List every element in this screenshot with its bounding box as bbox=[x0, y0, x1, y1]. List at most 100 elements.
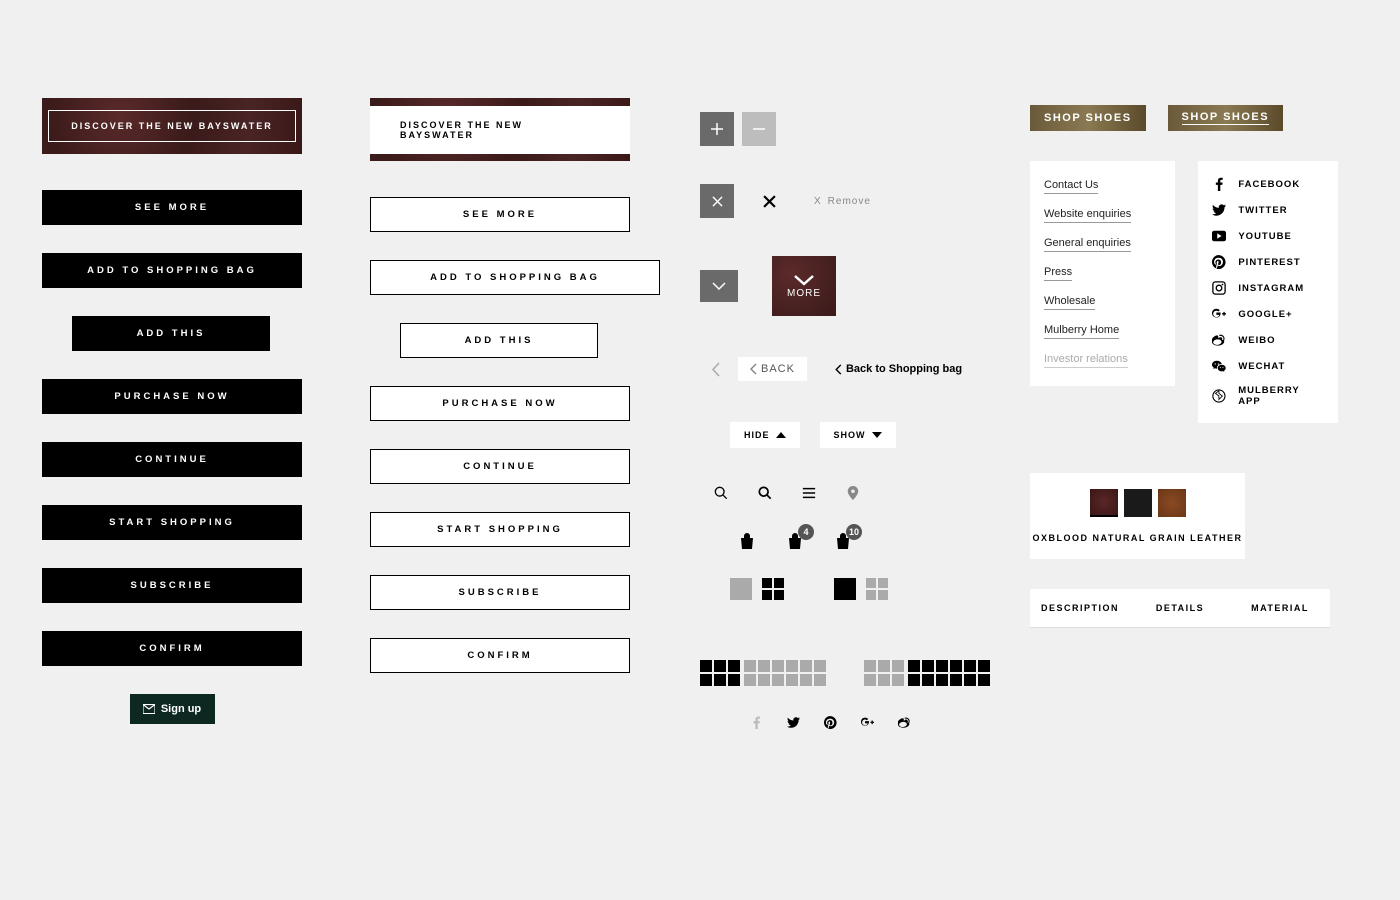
shopping-bag-icon[interactable] bbox=[738, 532, 756, 550]
color-grid-a[interactable] bbox=[700, 660, 740, 686]
start-shopping-button-outline[interactable]: START SHOPPING bbox=[370, 512, 630, 547]
show-toggle[interactable]: SHOW bbox=[820, 422, 896, 448]
close-icon bbox=[712, 196, 723, 207]
subscribe-button[interactable]: SUBSCRIBE bbox=[42, 568, 302, 603]
increment-button[interactable] bbox=[700, 112, 734, 146]
googleplus-icon[interactable] bbox=[861, 716, 874, 729]
footer-link-mulberry-home[interactable]: Mulberry Home bbox=[1044, 324, 1119, 339]
footer-link-press[interactable]: Press bbox=[1044, 266, 1072, 281]
weibo-icon bbox=[1212, 333, 1226, 347]
see-more-button[interactable]: SEE MORE bbox=[42, 190, 302, 225]
shopping-bag-icon-count[interactable]: 4 bbox=[786, 532, 804, 550]
weibo-icon[interactable] bbox=[898, 716, 911, 729]
hero-button-dark[interactable]: DISCOVER THE NEW BAYSWATER bbox=[42, 98, 302, 154]
social-wechat[interactable]: WECHAT bbox=[1212, 353, 1324, 379]
footer-link-contact[interactable]: Contact Us bbox=[1044, 179, 1098, 194]
tab-material[interactable]: MATERIAL bbox=[1230, 589, 1330, 627]
twitter-icon[interactable] bbox=[787, 716, 800, 729]
app-icon bbox=[1212, 389, 1226, 403]
search-icon-small[interactable] bbox=[714, 486, 728, 500]
color-grid-b[interactable] bbox=[744, 660, 826, 686]
color-grid-b2[interactable] bbox=[908, 660, 990, 686]
shop-shoes-banner[interactable]: SHOP SHOES bbox=[1030, 105, 1146, 131]
chevron-down-icon bbox=[712, 282, 726, 290]
decrement-button[interactable] bbox=[742, 112, 776, 146]
swatch-oak[interactable] bbox=[1158, 489, 1186, 517]
tab-details[interactable]: DETAILS bbox=[1130, 589, 1230, 627]
twitter-icon bbox=[1212, 203, 1226, 217]
hero-button-label: DISCOVER THE NEW BAYSWATER bbox=[370, 106, 630, 154]
chevron-down-icon bbox=[793, 274, 815, 286]
continue-button[interactable]: CONTINUE bbox=[42, 442, 302, 477]
search-icon-large[interactable] bbox=[758, 486, 772, 500]
social-twitter[interactable]: TWITTER bbox=[1212, 197, 1324, 223]
location-pin-icon[interactable] bbox=[846, 486, 860, 500]
pinterest-icon[interactable] bbox=[824, 716, 837, 729]
back-button[interactable]: BACK bbox=[738, 357, 807, 381]
minus-icon bbox=[753, 123, 765, 135]
social-pinterest[interactable]: PINTEREST bbox=[1212, 249, 1324, 275]
add-to-bag-button[interactable]: ADD TO SHOPPING BAG bbox=[42, 253, 302, 288]
social-app[interactable]: MULBERRY APP bbox=[1212, 379, 1324, 413]
menu-icon[interactable] bbox=[802, 486, 816, 500]
confirm-button-outline[interactable]: CONFIRM bbox=[370, 638, 630, 673]
swatch-label: OXBLOOD NATURAL GRAIN LEATHER bbox=[1030, 533, 1245, 543]
social-weibo[interactable]: WEIBO bbox=[1212, 327, 1324, 353]
see-more-button-outline[interactable]: SEE MORE bbox=[370, 197, 630, 232]
signup-button[interactable]: Sign up bbox=[130, 694, 215, 724]
back-arrow-button[interactable] bbox=[700, 354, 730, 384]
grid-view-single[interactable] bbox=[730, 578, 752, 600]
back-to-bag-link[interactable]: Back to Shopping bag bbox=[835, 363, 962, 375]
confirm-button[interactable]: CONFIRM bbox=[42, 631, 302, 666]
footer-links-panel: Contact Us Website enquiries General enq… bbox=[1030, 161, 1175, 386]
facebook-icon[interactable] bbox=[750, 716, 763, 729]
footer-link-website-enq[interactable]: Website enquiries bbox=[1044, 208, 1131, 223]
pinterest-icon bbox=[1212, 255, 1226, 269]
continue-button-outline[interactable]: CONTINUE bbox=[370, 449, 630, 484]
footer-link-general-enq[interactable]: General enquiries bbox=[1044, 237, 1131, 252]
start-shopping-button[interactable]: START SHOPPING bbox=[42, 505, 302, 540]
swatch-black[interactable] bbox=[1124, 489, 1152, 517]
purchase-now-button-outline[interactable]: PURCHASE NOW bbox=[370, 386, 630, 421]
caret-up-icon bbox=[776, 432, 786, 438]
swatch-oxblood[interactable] bbox=[1090, 489, 1118, 517]
plus-icon bbox=[711, 123, 723, 135]
social-facebook[interactable]: FACEBOOK bbox=[1212, 171, 1324, 197]
color-grid-a2[interactable] bbox=[864, 660, 904, 686]
swatch-selector: OXBLOOD NATURAL GRAIN LEATHER bbox=[1030, 473, 1245, 559]
footer-link-wholesale[interactable]: Wholesale bbox=[1044, 295, 1095, 310]
more-tile-button[interactable]: MORE bbox=[772, 256, 836, 316]
chevron-left-icon bbox=[835, 364, 842, 375]
shop-shoes-banner-hover[interactable]: SHOP SHOES bbox=[1168, 105, 1284, 131]
grid-view-four-inactive[interactable] bbox=[866, 578, 888, 600]
social-panel: FACEBOOK TWITTER YOUTUBE PINTEREST INSTA… bbox=[1198, 161, 1338, 423]
expand-button[interactable] bbox=[700, 270, 738, 302]
social-youtube[interactable]: YOUTUBE bbox=[1212, 223, 1324, 249]
close-icon bbox=[763, 195, 776, 208]
social-googleplus[interactable]: GOOGLE+ bbox=[1212, 301, 1324, 327]
grid-view-single-active[interactable] bbox=[834, 578, 856, 600]
social-instagram[interactable]: INSTAGRAM bbox=[1212, 275, 1324, 301]
shopping-bag-icon-count[interactable]: 10 bbox=[834, 532, 852, 550]
youtube-icon bbox=[1212, 229, 1226, 243]
chevron-left-icon bbox=[711, 362, 720, 377]
chevron-left-icon bbox=[750, 363, 757, 375]
grid-view-four[interactable] bbox=[762, 578, 784, 600]
caret-down-icon bbox=[872, 432, 882, 438]
facebook-icon bbox=[1212, 177, 1226, 191]
hide-toggle[interactable]: HIDE bbox=[730, 422, 800, 448]
footer-link-investor[interactable]: Investor relations bbox=[1044, 353, 1128, 368]
hero-button-light[interactable]: DISCOVER THE NEW BAYSWATER bbox=[370, 98, 630, 161]
purchase-now-button[interactable]: PURCHASE NOW bbox=[42, 379, 302, 414]
envelope-icon bbox=[143, 704, 155, 714]
hero-button-label: DISCOVER THE NEW BAYSWATER bbox=[48, 110, 296, 142]
add-this-button-outline[interactable]: ADD THIS bbox=[400, 323, 598, 358]
add-to-bag-button-outline[interactable]: ADD TO SHOPPING BAG bbox=[370, 260, 660, 295]
tab-description[interactable]: DESCRIPTION bbox=[1030, 589, 1130, 627]
product-tabs: DESCRIPTION DETAILS MATERIAL bbox=[1030, 589, 1330, 628]
close-button-filled[interactable] bbox=[700, 184, 734, 218]
remove-link[interactable]: X Remove bbox=[814, 196, 871, 207]
subscribe-button-outline[interactable]: SUBSCRIBE bbox=[370, 575, 630, 610]
add-this-button[interactable]: ADD THIS bbox=[72, 316, 270, 351]
close-button-plain[interactable] bbox=[752, 184, 786, 218]
